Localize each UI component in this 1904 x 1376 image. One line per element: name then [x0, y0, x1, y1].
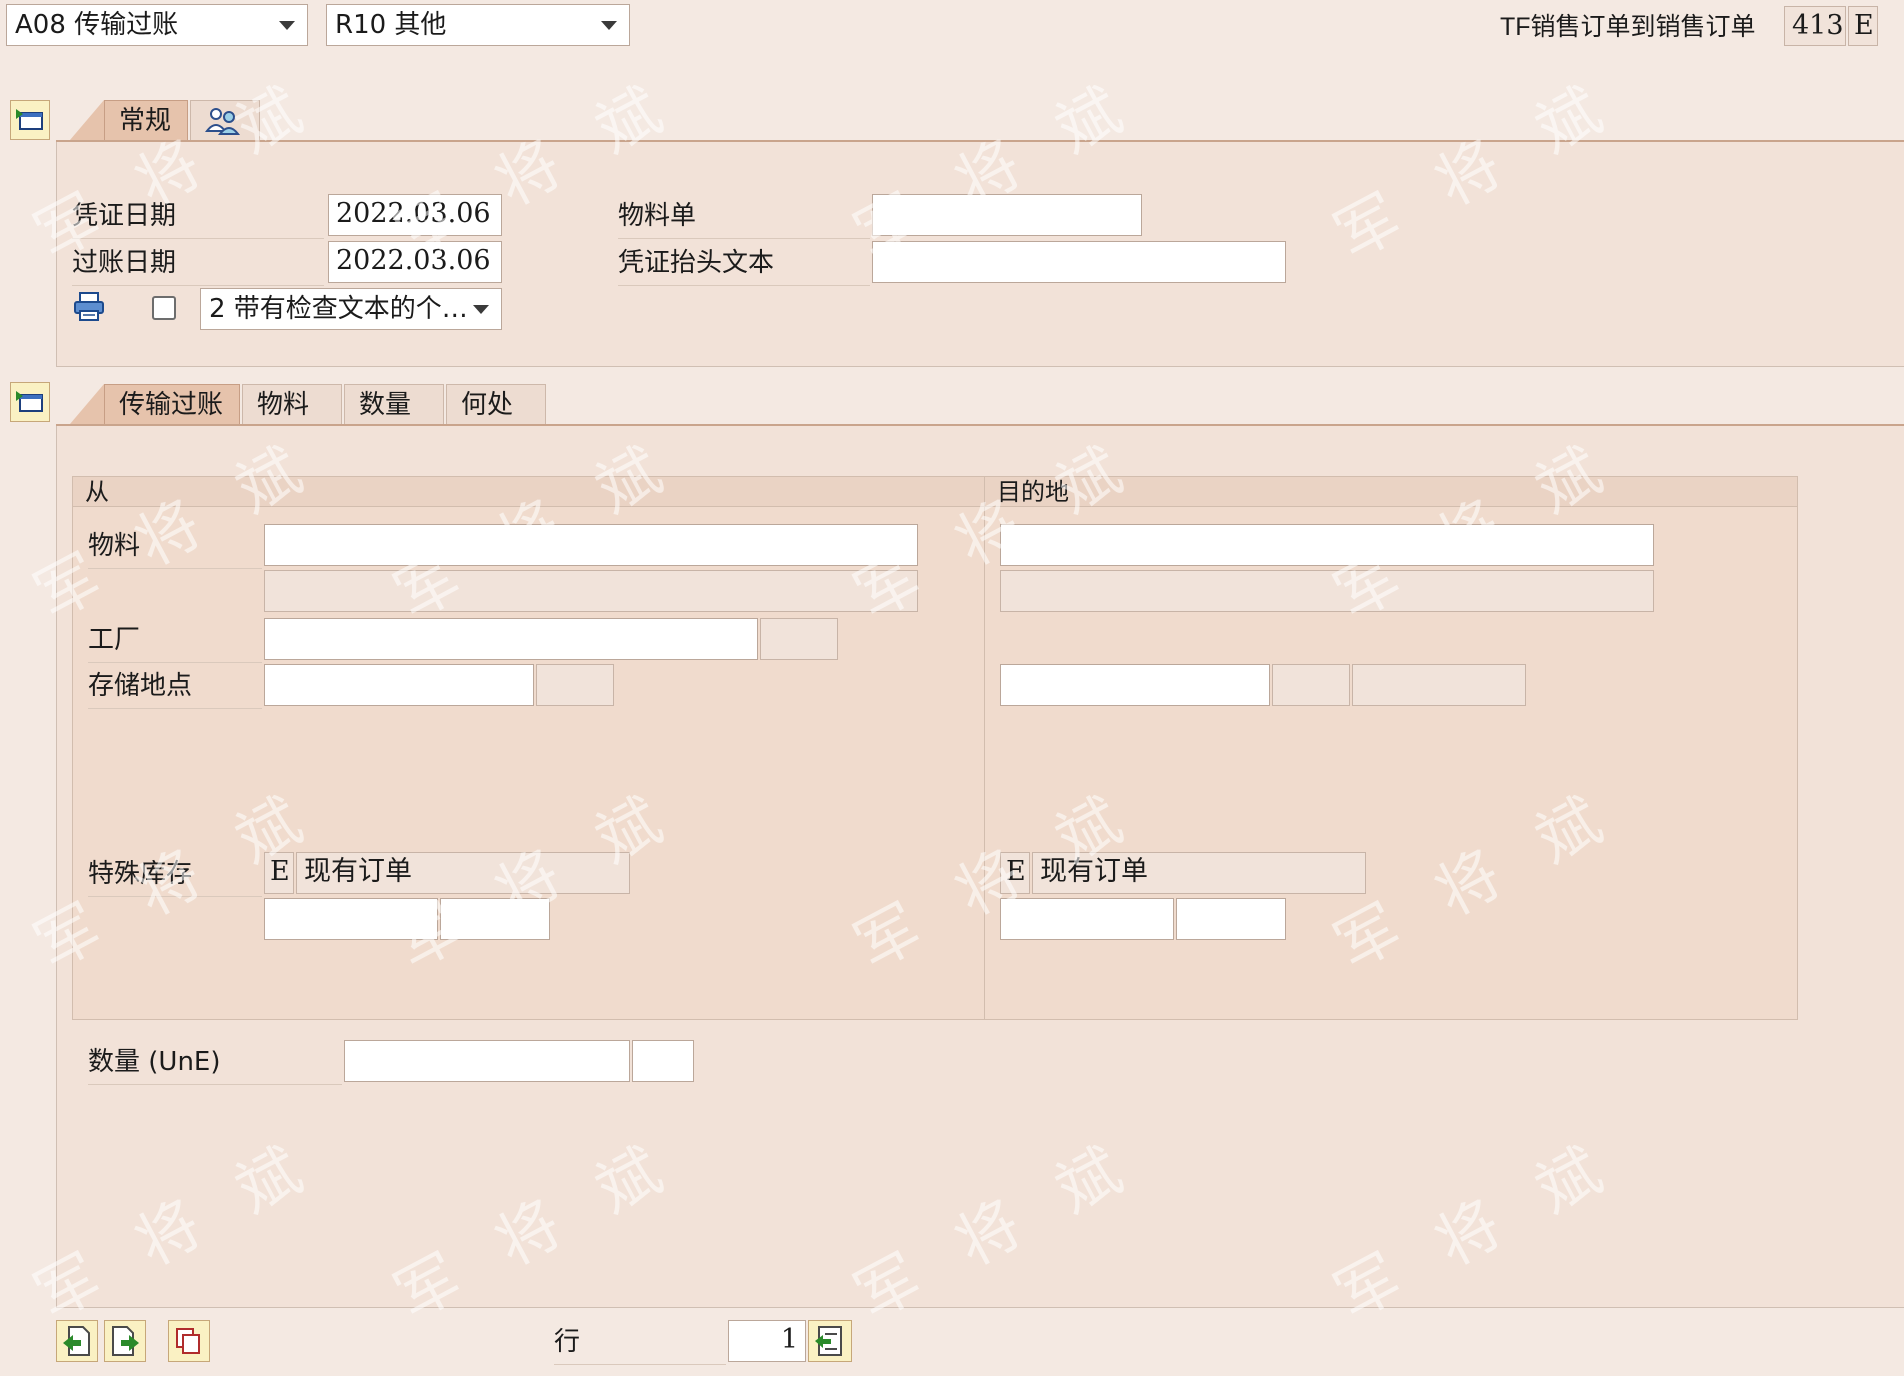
from-sloc-field[interactable]	[264, 664, 534, 706]
quantity-label: 数量 (UnE)	[88, 1040, 342, 1085]
action-select-value: A08 传输过账	[15, 10, 179, 40]
doc-date-label: 凭证日期	[72, 194, 324, 239]
tab-transfer-label: 传输过账	[119, 390, 224, 420]
header-text-field[interactable]	[872, 241, 1286, 283]
line-label: 行	[554, 1320, 726, 1365]
previous-item-button[interactable]	[56, 1320, 98, 1362]
from-special-stock-text: 现有订单	[296, 852, 630, 894]
movement-type-field: 413	[1784, 6, 1846, 46]
from-special-stock-label: 特殊库存	[88, 852, 262, 897]
tab-where-label: 何处	[461, 390, 514, 420]
copy-icon	[176, 1328, 200, 1354]
quantity-field[interactable]	[344, 1040, 630, 1082]
to-material-field[interactable]	[1000, 524, 1654, 566]
from-sales-order-item-field[interactable]	[440, 898, 550, 940]
quantity-unit-field[interactable]	[632, 1040, 694, 1082]
printer-icon[interactable]	[72, 290, 106, 328]
from-plant-label: 工厂	[88, 618, 262, 663]
to-sales-order-field[interactable]	[1000, 898, 1174, 940]
header-text-label: 凭证抬头文本	[618, 241, 870, 286]
from-material-desc	[264, 570, 918, 612]
from-plant-field[interactable]	[264, 618, 758, 660]
tab-where[interactable]: 何处	[446, 384, 546, 424]
tab-slant	[70, 100, 104, 140]
reason-select[interactable]: R10 其他	[326, 4, 630, 46]
tab-quantity[interactable]: 数量	[344, 384, 444, 424]
to-sloc-field[interactable]	[1000, 664, 1270, 706]
to-special-stock-text: 现有订单	[1032, 852, 1366, 894]
action-select[interactable]: A08 传输过账	[6, 4, 308, 46]
to-heading: 目的地	[985, 477, 1797, 507]
chevron-down-icon	[279, 21, 295, 30]
go-to-line-button[interactable]	[808, 1320, 852, 1362]
from-special-stock-code: E	[264, 852, 294, 894]
toggle-detail-button[interactable]	[10, 382, 50, 422]
line-number-field[interactable]: 1	[728, 1320, 806, 1362]
previous-item-icon	[63, 1326, 90, 1356]
posting-date-label: 过账日期	[72, 241, 324, 286]
from-sloc-desc	[536, 664, 614, 706]
screen-layout-icon	[16, 109, 43, 130]
bill-of-lading-label: 物料单	[618, 194, 870, 239]
to-sloc-extra	[1352, 664, 1526, 706]
screen-layout-icon	[16, 391, 43, 412]
go-to-line-icon	[815, 1326, 842, 1356]
tab-material-label: 物料	[257, 390, 310, 420]
reason-select-value: R10 其他	[335, 10, 447, 40]
from-material-field[interactable]	[264, 524, 918, 566]
tab-material[interactable]: 物料	[242, 384, 342, 424]
print-checkbox[interactable]	[152, 296, 176, 320]
from-sales-order-field[interactable]	[264, 898, 438, 940]
tab-partners[interactable]	[190, 100, 260, 140]
print-version-select[interactable]: 2 带有检查文本的个…	[200, 288, 502, 330]
tab-general-label: 常规	[119, 106, 172, 136]
from-heading: 从	[73, 477, 984, 507]
posting-date-field[interactable]: 2022.03.06	[328, 241, 502, 283]
from-plant-desc	[760, 618, 838, 660]
print-version-value: 2 带有检查文本的个…	[209, 294, 468, 324]
movement-title: TF销售订单到销售订单	[1500, 13, 1756, 41]
bill-of-lading-field[interactable]	[872, 194, 1142, 236]
doc-date-field[interactable]: 2022.03.06	[328, 194, 502, 236]
tab-quantity-label: 数量	[359, 390, 412, 420]
special-stock-indicator: E	[1848, 6, 1878, 46]
next-item-button[interactable]	[104, 1320, 146, 1362]
to-material-desc	[1000, 570, 1654, 612]
next-item-icon	[112, 1326, 139, 1356]
tab-slant	[70, 384, 104, 424]
users-icon	[204, 108, 241, 135]
copy-item-button[interactable]	[168, 1320, 210, 1362]
group-divider	[984, 476, 985, 1020]
chevron-down-icon	[473, 305, 489, 314]
to-sloc-desc	[1272, 664, 1350, 706]
toggle-header-button[interactable]	[10, 100, 50, 140]
tab-transfer-posting[interactable]: 传输过账	[104, 384, 240, 424]
from-sloc-label: 存储地点	[88, 664, 262, 709]
tab-general[interactable]: 常规	[104, 100, 188, 140]
chevron-down-icon	[601, 21, 617, 30]
from-material-label: 物料	[88, 524, 262, 569]
to-sales-order-item-field[interactable]	[1176, 898, 1286, 940]
to-special-stock-code: E	[1000, 852, 1030, 894]
